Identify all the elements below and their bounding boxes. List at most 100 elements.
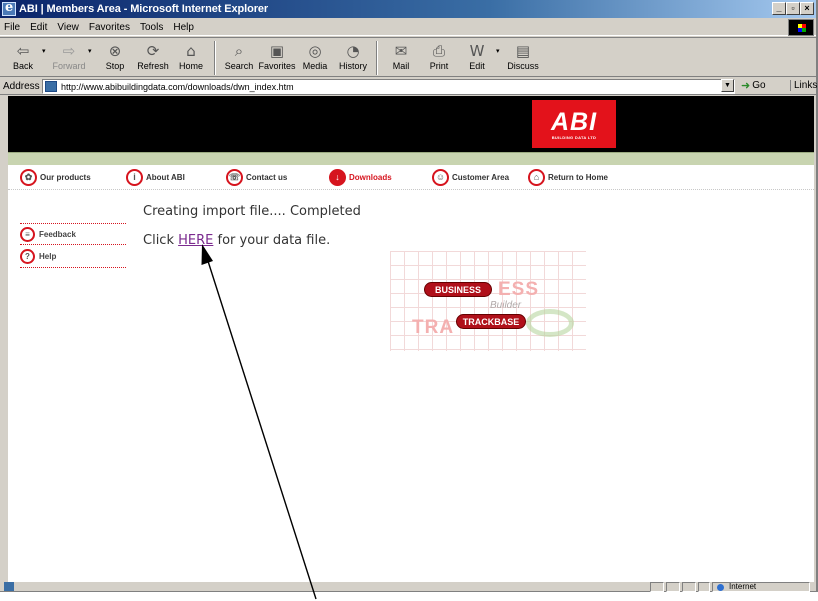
nav-customer-area[interactable]: ☺ Customer Area [432, 165, 509, 189]
message-suffix: for your data file. [213, 233, 331, 248]
home-label: Home [178, 61, 203, 71]
edit-icon: W [469, 42, 485, 60]
address-dropdown-icon[interactable]: ▼ [721, 79, 734, 92]
refresh-button[interactable]: ⟳ Refresh [134, 41, 172, 71]
edit-button[interactable]: W Edit [458, 41, 496, 71]
media-label: Media [302, 61, 328, 71]
search-button[interactable]: ⌕ Search [220, 41, 258, 71]
menu-tools[interactable]: Tools [135, 22, 168, 33]
menu-view[interactable]: View [52, 22, 84, 33]
print-icon: ⎙ [432, 42, 445, 60]
security-zone: Internet [712, 582, 810, 592]
standard-toolbar: ⇦ Back ▾ ⇨ Forward ▾ ⊗ Stop ⟳ Refresh ⌂ … [0, 37, 816, 77]
status-pane [698, 582, 710, 592]
sidebar-item-help[interactable]: ? Help [20, 246, 126, 268]
address-bar: Address http://www.abibuildingdata.com/d… [0, 78, 817, 95]
history-button[interactable]: ◔ History [334, 41, 372, 71]
abi-logo[interactable]: ABI BUILDING DATA LTD [532, 100, 616, 148]
nav-label: About ABI [146, 172, 185, 182]
feedback-icon: ≡ [20, 226, 35, 242]
site-nav: ✿ Our products i About ABI ☏ Contact us … [8, 165, 814, 189]
nav-about-abi[interactable]: i About ABI [126, 165, 185, 189]
address-input[interactable]: http://www.abibuildingdata.com/downloads… [42, 79, 735, 94]
sidebar-item-feedback[interactable]: ≡ Feedback [20, 223, 126, 245]
status-pane [682, 582, 696, 592]
business-badge: BUSINESS [424, 282, 492, 297]
discuss-icon: ▤ [515, 42, 531, 60]
favorites-label: Favorites [258, 61, 296, 71]
menu-file[interactable]: File [0, 22, 25, 33]
window-title: ABI | Members Area - Microsoft Internet … [19, 3, 269, 15]
mail-label: Mail [392, 61, 410, 71]
products-icon: ✿ [20, 168, 37, 186]
download-message: Click HERE for your data file. [143, 233, 330, 248]
print-label: Print [429, 61, 449, 71]
site-header [8, 96, 814, 152]
mail-button[interactable]: ✉ Mail [382, 41, 420, 71]
edit-dropdown-icon[interactable]: ▾ [496, 47, 504, 55]
refresh-icon: ⟳ [146, 42, 160, 60]
mail-icon: ✉ [394, 42, 408, 60]
home-button[interactable]: ⌂ Home [172, 41, 210, 71]
media-button[interactable]: ◎ Media [296, 41, 334, 71]
page-status-icon [4, 582, 14, 591]
discuss-label: Discuss [507, 61, 539, 71]
nav-return-home[interactable]: ⌂ Return to Home [528, 165, 608, 189]
nav-divider [8, 189, 814, 190]
restore-button[interactable]: ▫ [786, 2, 800, 15]
status-pane [650, 582, 664, 592]
logo-tra-text: TRA [412, 317, 455, 338]
data-file-link[interactable]: HERE [178, 233, 213, 248]
history-label: History [338, 61, 367, 71]
nav-label: Return to Home [548, 172, 608, 182]
sidebar-item-label: Feedback [39, 229, 76, 239]
favorites-icon: ▣ [269, 42, 285, 60]
customer-icon: ☺ [432, 168, 449, 186]
ie-icon [2, 0, 16, 16]
logo-subtitle: BUILDING DATA LTD [551, 134, 597, 140]
minimize-button[interactable]: _ [772, 2, 786, 15]
menu-favorites[interactable]: Favorites [84, 22, 135, 33]
status-message: Creating import file.... Completed [143, 204, 361, 219]
sidebar-item-label: Help [39, 252, 57, 261]
refresh-label: Refresh [137, 61, 169, 71]
address-url: http://www.abibuildingdata.com/downloads… [61, 81, 294, 92]
nav-our-products[interactable]: ✿ Our products [20, 165, 91, 189]
menu-help[interactable]: Help [168, 22, 199, 33]
back-dropdown-icon[interactable]: ▾ [42, 47, 50, 55]
title-bar: ABI | Members Area - Microsoft Internet … [0, 0, 816, 18]
toolbar-separator [376, 41, 378, 75]
logo-ess-text: ESS [498, 279, 540, 300]
forward-dropdown-icon[interactable]: ▾ [88, 47, 96, 55]
nav-band [8, 152, 814, 165]
builder-text: Builder [490, 300, 522, 311]
stop-button[interactable]: ⊗ Stop [96, 41, 134, 71]
discuss-button[interactable]: ▤ Discuss [504, 41, 542, 71]
nav-downloads[interactable]: ↓ Downloads [329, 165, 392, 189]
nav-label: Customer Area [452, 172, 510, 182]
home-icon: ⌂ [528, 168, 545, 186]
go-label: Go [752, 80, 766, 91]
help-icon: ? [20, 249, 35, 264]
toolbar-separator [214, 41, 216, 75]
page-viewport: ABI BUILDING DATA LTD ✿ Our products i A… [8, 96, 814, 582]
window-controls: _ ▫ × [772, 2, 814, 15]
history-icon: ◔ [346, 42, 360, 60]
search-label: Search [224, 61, 254, 71]
print-button[interactable]: ⎙ Print [420, 41, 458, 71]
back-label: Back [12, 61, 33, 71]
forward-button[interactable]: ⇨ Forward [50, 41, 88, 71]
browser-window: ABI | Members Area - Microsoft Internet … [0, 0, 818, 592]
logo-text: ABI [550, 107, 598, 136]
go-button[interactable]: ➜ Go [741, 79, 766, 92]
page-icon [45, 81, 57, 92]
nav-contact-us[interactable]: ☏ Contact us [226, 165, 287, 189]
stop-icon: ⊗ [108, 42, 122, 60]
edit-label: Edit [469, 61, 485, 71]
back-button[interactable]: ⇦ Back [4, 41, 42, 71]
menu-edit[interactable]: Edit [25, 22, 52, 33]
favorites-button[interactable]: ▣ Favorites [258, 41, 296, 71]
close-button[interactable]: × [800, 2, 814, 15]
links-button[interactable]: Links [790, 80, 817, 91]
forward-arrow-icon: ⇨ [62, 42, 76, 60]
